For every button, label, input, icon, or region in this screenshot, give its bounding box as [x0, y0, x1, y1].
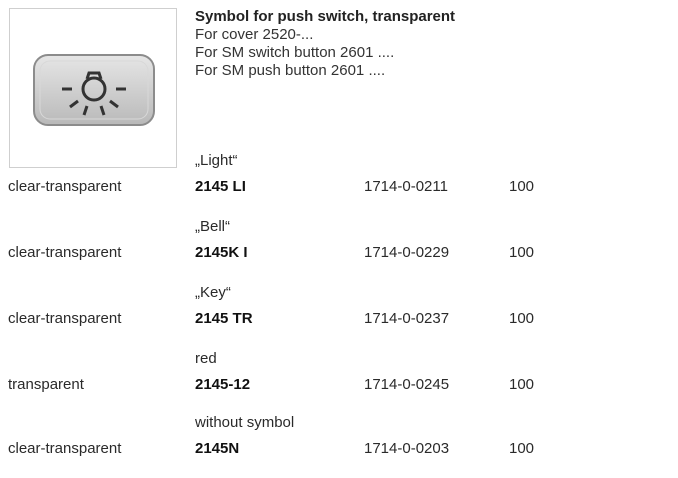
- article-number: 2145-12: [195, 376, 251, 393]
- product-row: „Bell“ clear-transparent 2145K I 1714-0-…: [0, 218, 678, 282]
- article-number: 2145K I: [195, 244, 248, 261]
- order-code: 1714-0-0237: [364, 310, 450, 327]
- variant-label: without symbol: [195, 414, 295, 431]
- variant-label: „Key“: [195, 284, 231, 301]
- material-label: clear-transparent: [8, 244, 122, 261]
- description-line: For SM switch button 2601 ....: [195, 44, 395, 61]
- product-title: Symbol for push switch, transparent: [195, 8, 456, 25]
- order-code: 1714-0-0245: [364, 376, 450, 393]
- material-label: clear-transparent: [8, 178, 122, 195]
- pack-quantity: 100: [509, 440, 535, 457]
- product-row: red transparent 2145-12 1714-0-0245 100: [0, 350, 678, 414]
- product-row: „Key“ clear-transparent 2145 TR 1714-0-0…: [0, 284, 678, 348]
- variant-label: red: [195, 350, 217, 367]
- product-row: without symbol clear-transparent 2145N 1…: [0, 414, 678, 478]
- article-number: 2145N: [195, 440, 240, 457]
- pack-quantity: 100: [509, 310, 535, 327]
- product-row: „Light“ clear-transparent 2145 LI 1714-0…: [0, 152, 678, 216]
- article-number: 2145 LI: [195, 178, 246, 195]
- variant-label: „Bell“: [195, 218, 231, 235]
- order-code: 1714-0-0211: [364, 178, 448, 195]
- variant-label: „Light“: [195, 152, 238, 169]
- material-label: transparent: [8, 376, 84, 393]
- product-image: [9, 8, 177, 168]
- pack-quantity: 100: [509, 244, 535, 261]
- article-number: 2145 TR: [195, 310, 253, 327]
- order-code: 1714-0-0229: [364, 244, 450, 261]
- order-code: 1714-0-0203: [364, 440, 450, 457]
- pack-quantity: 100: [509, 178, 535, 195]
- material-label: clear-transparent: [8, 440, 122, 457]
- pack-quantity: 100: [509, 376, 535, 393]
- material-label: clear-transparent: [8, 310, 122, 327]
- light-bulb-symbol-icon: [33, 54, 155, 126]
- description-line: For cover 2520-...: [195, 26, 314, 43]
- product-description: Symbol for push switch, transparent For …: [195, 8, 495, 80]
- description-line: For SM push button 2601 ....: [195, 62, 386, 79]
